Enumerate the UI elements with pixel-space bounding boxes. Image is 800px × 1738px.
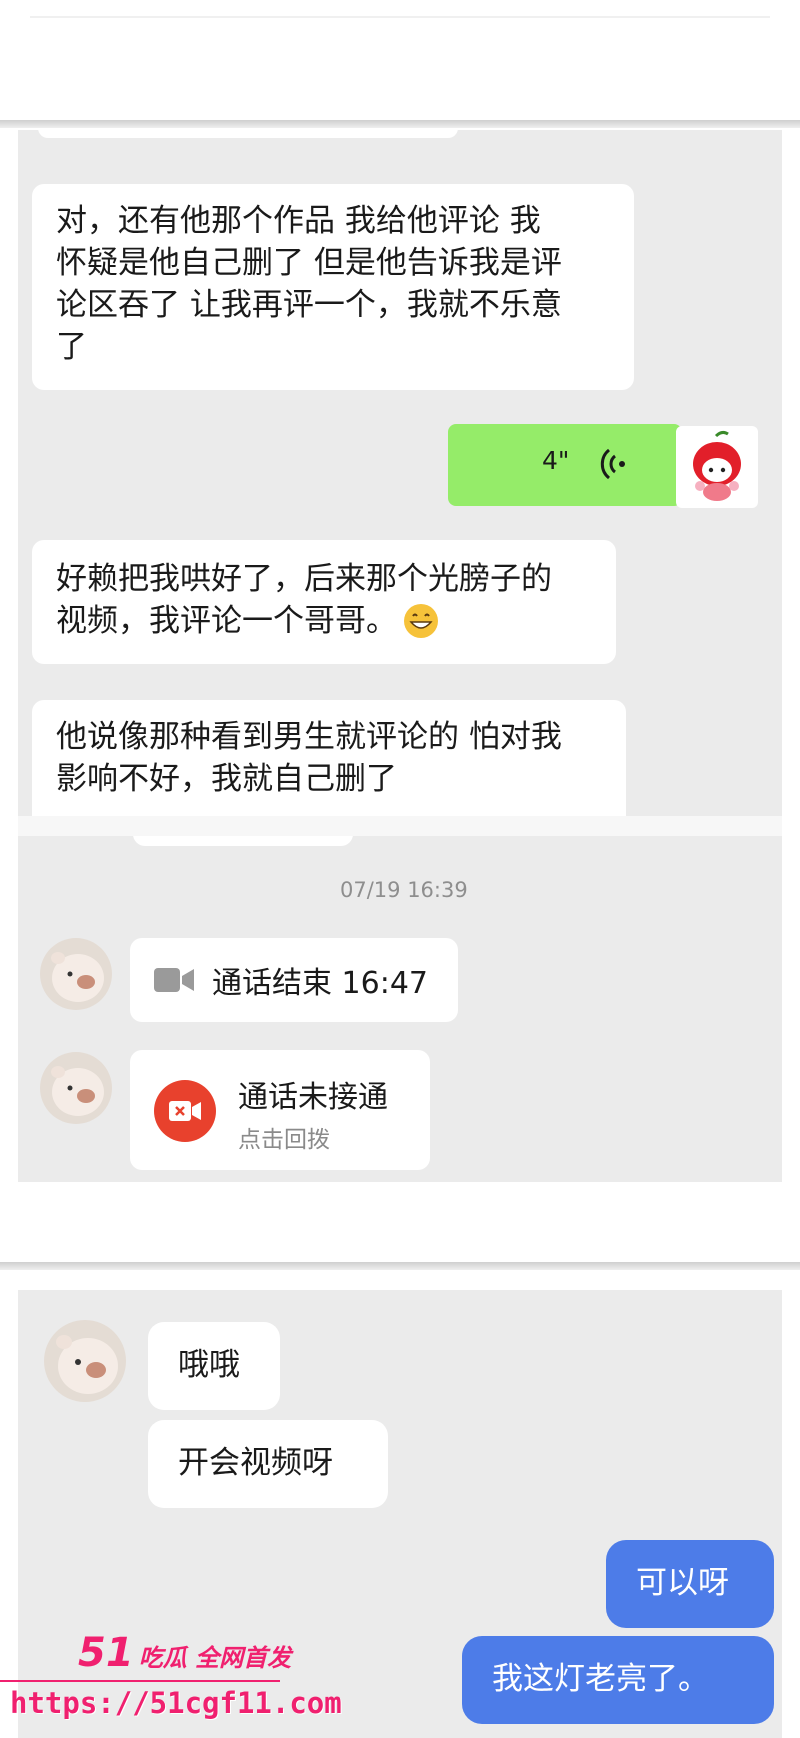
top-strip bbox=[0, 0, 800, 122]
message-text: 可以呀 bbox=[636, 1565, 729, 1601]
pig-avatar-icon bbox=[40, 1052, 112, 1124]
message-bubble: 他说像那种看到男生就评论的 怕对我 影响不好，我就自己删了 bbox=[32, 700, 626, 816]
voice-wave-icon bbox=[600, 444, 634, 488]
contact-avatar[interactable] bbox=[40, 1052, 112, 1124]
divider bbox=[18, 816, 782, 836]
watermark-slogan: 吃瓜 全网首发 bbox=[138, 1644, 292, 1672]
message-text: 影响不好，我就自己删了 bbox=[56, 761, 397, 797]
call-ended-bubble[interactable]: 通话结束 16:47 bbox=[130, 938, 458, 1022]
watermark-brand: 51 bbox=[78, 1630, 134, 1676]
message-text: 论区吞了 让我再评一个，我就不乐意 bbox=[56, 287, 562, 323]
partial-message-bubble bbox=[38, 130, 458, 138]
divider bbox=[30, 16, 770, 18]
watermark-logo: 51 吃瓜 全网首发 bbox=[78, 1630, 292, 1676]
panel-gap bbox=[0, 1182, 800, 1264]
call-back-link[interactable]: 点击回拨 bbox=[238, 1120, 330, 1154]
message-text: 了 bbox=[56, 329, 87, 365]
missed-call-bubble[interactable]: 通话未接通 点击回拨 bbox=[130, 1050, 430, 1170]
chat-panel-2: 07/19 16:39 通话结束 16:47 通话未接通 点击回拨 bbox=[18, 816, 782, 1182]
missed-call-title: 通话未接通 bbox=[238, 1080, 388, 1115]
divider bbox=[0, 1262, 800, 1270]
message-bubble: 开会视频呀 bbox=[148, 1420, 388, 1508]
cherry-avatar-icon bbox=[693, 430, 741, 501]
chat-panel-1: 对，还有他那个作品 我给他评论 我 怀疑是他自己删了 但是他告诉我是评 论区吞了… bbox=[18, 130, 782, 816]
message-text: 开会视频呀 bbox=[178, 1445, 333, 1481]
pig-avatar-icon bbox=[40, 938, 112, 1010]
message-bubble: 好赖把我哄好了，后来那个光膀子的 视频，我评论一个哥哥。 bbox=[32, 540, 616, 664]
timestamp: 07/19 16:39 bbox=[340, 878, 468, 902]
message-text: 对，还有他那个作品 我给他评论 我 bbox=[56, 203, 541, 239]
message-text: 我这灯老亮了。 bbox=[492, 1661, 709, 1697]
message-bubble: 对，还有他那个作品 我给他评论 我 怀疑是他自己删了 但是他告诉我是评 论区吞了… bbox=[32, 184, 634, 390]
message-text: 视频，我评论一个哥哥。 bbox=[56, 603, 397, 639]
message-text: 好赖把我哄好了，后来那个光膀子的 bbox=[56, 561, 552, 597]
watermark: 51 吃瓜 全网首发 https://51cgf11.com bbox=[0, 1630, 342, 1730]
self-avatar[interactable] bbox=[676, 426, 758, 508]
outgoing-message-bubble: 可以呀 bbox=[606, 1540, 774, 1628]
divider bbox=[0, 1680, 280, 1682]
message-text: 怀疑是他自己删了 但是他告诉我是评 bbox=[56, 245, 562, 281]
grin-emoji-icon bbox=[402, 602, 440, 644]
missed-video-call-icon bbox=[154, 1080, 216, 1146]
message-text: 哦哦 bbox=[178, 1347, 240, 1383]
contact-avatar[interactable] bbox=[40, 938, 112, 1010]
video-camera-icon bbox=[154, 966, 194, 998]
call-ended-text: 通话结束 16:47 bbox=[212, 966, 428, 1001]
message-line: 视频，我评论一个哥哥。 bbox=[56, 600, 440, 642]
outgoing-message-bubble: 我这灯老亮了。 bbox=[462, 1636, 774, 1724]
message-bubble: 哦哦 bbox=[148, 1322, 280, 1410]
message-text: 他说像那种看到男生就评论的 怕对我 bbox=[56, 719, 562, 755]
pig-avatar-icon bbox=[44, 1320, 126, 1402]
voice-message-bubble[interactable]: 4" bbox=[448, 424, 691, 506]
watermark-url: https://51cgf11.com bbox=[10, 1686, 342, 1720]
contact-avatar[interactable] bbox=[44, 1320, 126, 1402]
voice-duration: 4" bbox=[542, 446, 570, 475]
divider bbox=[0, 120, 800, 128]
